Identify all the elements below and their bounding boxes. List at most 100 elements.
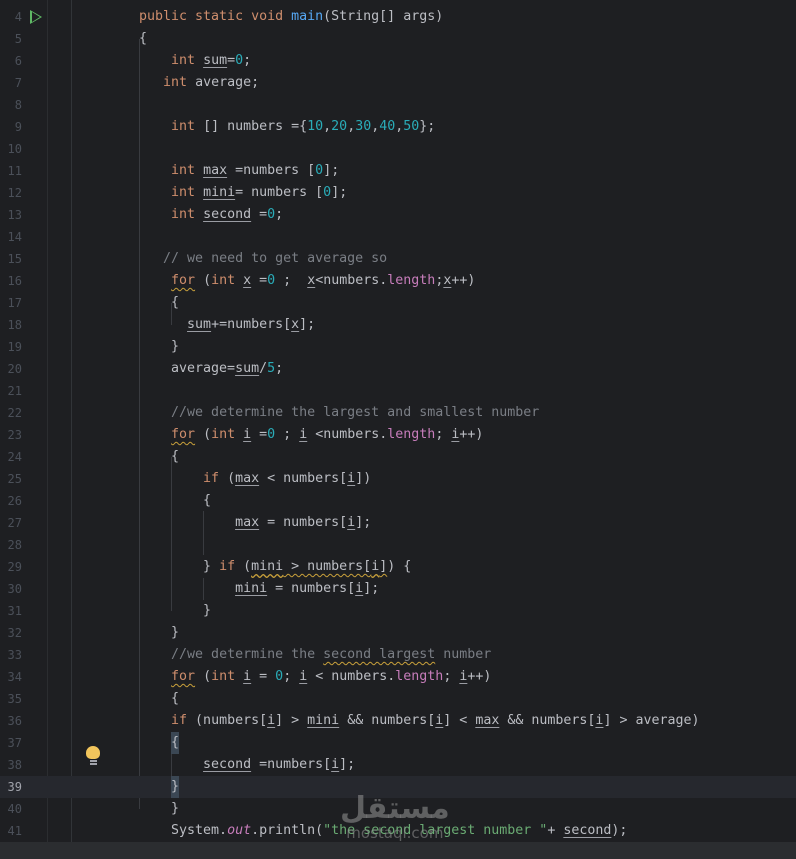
code-line[interactable]: 34 for (int i = 0; i < numbers.length; i…	[0, 666, 796, 688]
code-text[interactable]: {	[139, 292, 179, 314]
line-number[interactable]: 23	[0, 424, 22, 446]
code-text[interactable]: for (int i =0 ; i <numbers.length; i++)	[139, 424, 483, 446]
code-line[interactable]: 15 // we need to get average so	[0, 248, 796, 270]
code-text[interactable]: int second =0;	[139, 204, 283, 226]
code-line[interactable]: 4 public static void main(String[] args)	[0, 6, 796, 28]
code-text[interactable]: {	[139, 28, 147, 50]
code-line[interactable]: 11 int max =numbers [0];	[0, 160, 796, 182]
code-text[interactable]: }	[139, 336, 179, 358]
line-number[interactable]: 4	[0, 6, 22, 28]
line-number[interactable]: 12	[0, 182, 22, 204]
code-line[interactable]: 29 } if (mini > numbers[i]) {	[0, 556, 796, 578]
line-number[interactable]: 14	[0, 226, 22, 248]
code-line[interactable]: 19 }	[0, 336, 796, 358]
line-number[interactable]: 28	[0, 534, 22, 556]
line-number[interactable]: 24	[0, 446, 22, 468]
code-line[interactable]: 10	[0, 138, 796, 160]
code-text[interactable]: average=sum/5;	[139, 358, 283, 380]
code-line[interactable]: 27 max = numbers[i];	[0, 512, 796, 534]
horizontal-scrollbar-area[interactable]	[0, 842, 796, 859]
line-number[interactable]: 5	[0, 28, 22, 50]
code-text[interactable]: }	[139, 776, 180, 798]
code-line[interactable]: 9 int [] numbers ={10,20,30,40,50};	[0, 116, 796, 138]
line-number[interactable]: 18	[0, 314, 22, 336]
code-line[interactable]: 22 //we determine the largest and smalle…	[0, 402, 796, 424]
lightbulb-icon[interactable]	[86, 746, 100, 766]
code-line[interactable]: 6 int sum=0;	[0, 50, 796, 72]
line-number[interactable]: 34	[0, 666, 22, 688]
line-number[interactable]: 38	[0, 754, 22, 776]
code-text[interactable]: int max =numbers [0];	[139, 160, 339, 182]
line-number[interactable]: 29	[0, 556, 22, 578]
code-text[interactable]: }	[139, 622, 179, 644]
line-number[interactable]: 36	[0, 710, 22, 732]
code-text[interactable]: for (int x =0 ; x<numbers.length;x++)	[139, 270, 475, 292]
code-text[interactable]: second =numbers[i];	[139, 754, 355, 776]
code-line[interactable]: 30 mini = numbers[i];	[0, 578, 796, 600]
code-line[interactable]: 14	[0, 226, 796, 248]
code-text[interactable]: public static void main(String[] args)	[139, 6, 443, 28]
line-number[interactable]: 21	[0, 380, 22, 402]
line-number[interactable]: 41	[0, 820, 22, 842]
code-line[interactable]: 28	[0, 534, 796, 556]
code-text[interactable]: int sum=0;	[139, 50, 251, 72]
code-line[interactable]: 21	[0, 380, 796, 402]
code-line[interactable]: 37 {	[0, 732, 796, 754]
line-number[interactable]: 8	[0, 94, 22, 116]
line-number[interactable]: 31	[0, 600, 22, 622]
code-text[interactable]: {	[139, 490, 211, 512]
code-text[interactable]: int average;	[139, 72, 259, 94]
code-line[interactable]: 36 if (numbers[i] > mini && numbers[i] <…	[0, 710, 796, 732]
line-number[interactable]: 19	[0, 336, 22, 358]
line-number[interactable]: 10	[0, 138, 22, 160]
code-line[interactable]: 5{	[0, 28, 796, 50]
code-text[interactable]: if (numbers[i] > mini && numbers[i] < ma…	[139, 710, 699, 732]
code-text[interactable]: mini = numbers[i];	[139, 578, 379, 600]
code-line[interactable]: 38 second =numbers[i];	[0, 754, 796, 776]
line-number[interactable]: 33	[0, 644, 22, 666]
code-text[interactable]: max = numbers[i];	[139, 512, 371, 534]
line-number[interactable]: 26	[0, 490, 22, 512]
line-number[interactable]: 32	[0, 622, 22, 644]
code-text[interactable]: sum+=numbers[x];	[139, 314, 315, 336]
code-line[interactable]: 20 average=sum/5;	[0, 358, 796, 380]
code-text[interactable]: int mini= numbers [0];	[139, 182, 347, 204]
code-line[interactable]: 12 int mini= numbers [0];	[0, 182, 796, 204]
line-number[interactable]: 37	[0, 732, 22, 754]
code-line[interactable]: 31 }	[0, 600, 796, 622]
line-number[interactable]: 39	[0, 776, 22, 798]
code-line[interactable]: 17 {	[0, 292, 796, 314]
line-number[interactable]: 17	[0, 292, 22, 314]
code-text[interactable]: }	[139, 798, 179, 820]
line-number[interactable]: 6	[0, 50, 22, 72]
line-number[interactable]: 13	[0, 204, 22, 226]
line-number[interactable]: 15	[0, 248, 22, 270]
code-text[interactable]: if (max < numbers[i])	[139, 468, 371, 490]
code-line[interactable]: 26 {	[0, 490, 796, 512]
code-text[interactable]: //we determine the largest and smallest …	[139, 402, 539, 424]
line-number[interactable]: 25	[0, 468, 22, 490]
run-icon[interactable]	[30, 10, 42, 24]
code-line[interactable]: 23 for (int i =0 ; i <numbers.length; i+…	[0, 424, 796, 446]
code-text[interactable]: }	[139, 600, 211, 622]
code-text[interactable]: } if (mini > numbers[i]) {	[139, 556, 411, 578]
code-line[interactable]: 24 {	[0, 446, 796, 468]
code-line[interactable]: 16 for (int x =0 ; x<numbers.length;x++)	[0, 270, 796, 292]
code-text[interactable]: //we determine the second largest number	[139, 644, 491, 666]
line-number[interactable]: 40	[0, 798, 22, 820]
code-line[interactable]: 25 if (max < numbers[i])	[0, 468, 796, 490]
line-number[interactable]: 9	[0, 116, 22, 138]
code-editor[interactable]: 4 public static void main(String[] args) 5…	[0, 6, 796, 842]
code-text[interactable]: {	[139, 732, 180, 754]
line-number[interactable]: 16	[0, 270, 22, 292]
code-text[interactable]: {	[139, 446, 179, 468]
code-text[interactable]: for (int i = 0; i < numbers.length; i++)	[139, 666, 491, 688]
line-number[interactable]: 7	[0, 72, 22, 94]
code-line[interactable]: 18 sum+=numbers[x];	[0, 314, 796, 336]
line-number[interactable]: 11	[0, 160, 22, 182]
code-line[interactable]: 33 //we determine the second largest num…	[0, 644, 796, 666]
code-line[interactable]: 13 int second =0;	[0, 204, 796, 226]
code-line[interactable]: 35 {	[0, 688, 796, 710]
line-number[interactable]: 22	[0, 402, 22, 424]
line-number[interactable]: 27	[0, 512, 22, 534]
